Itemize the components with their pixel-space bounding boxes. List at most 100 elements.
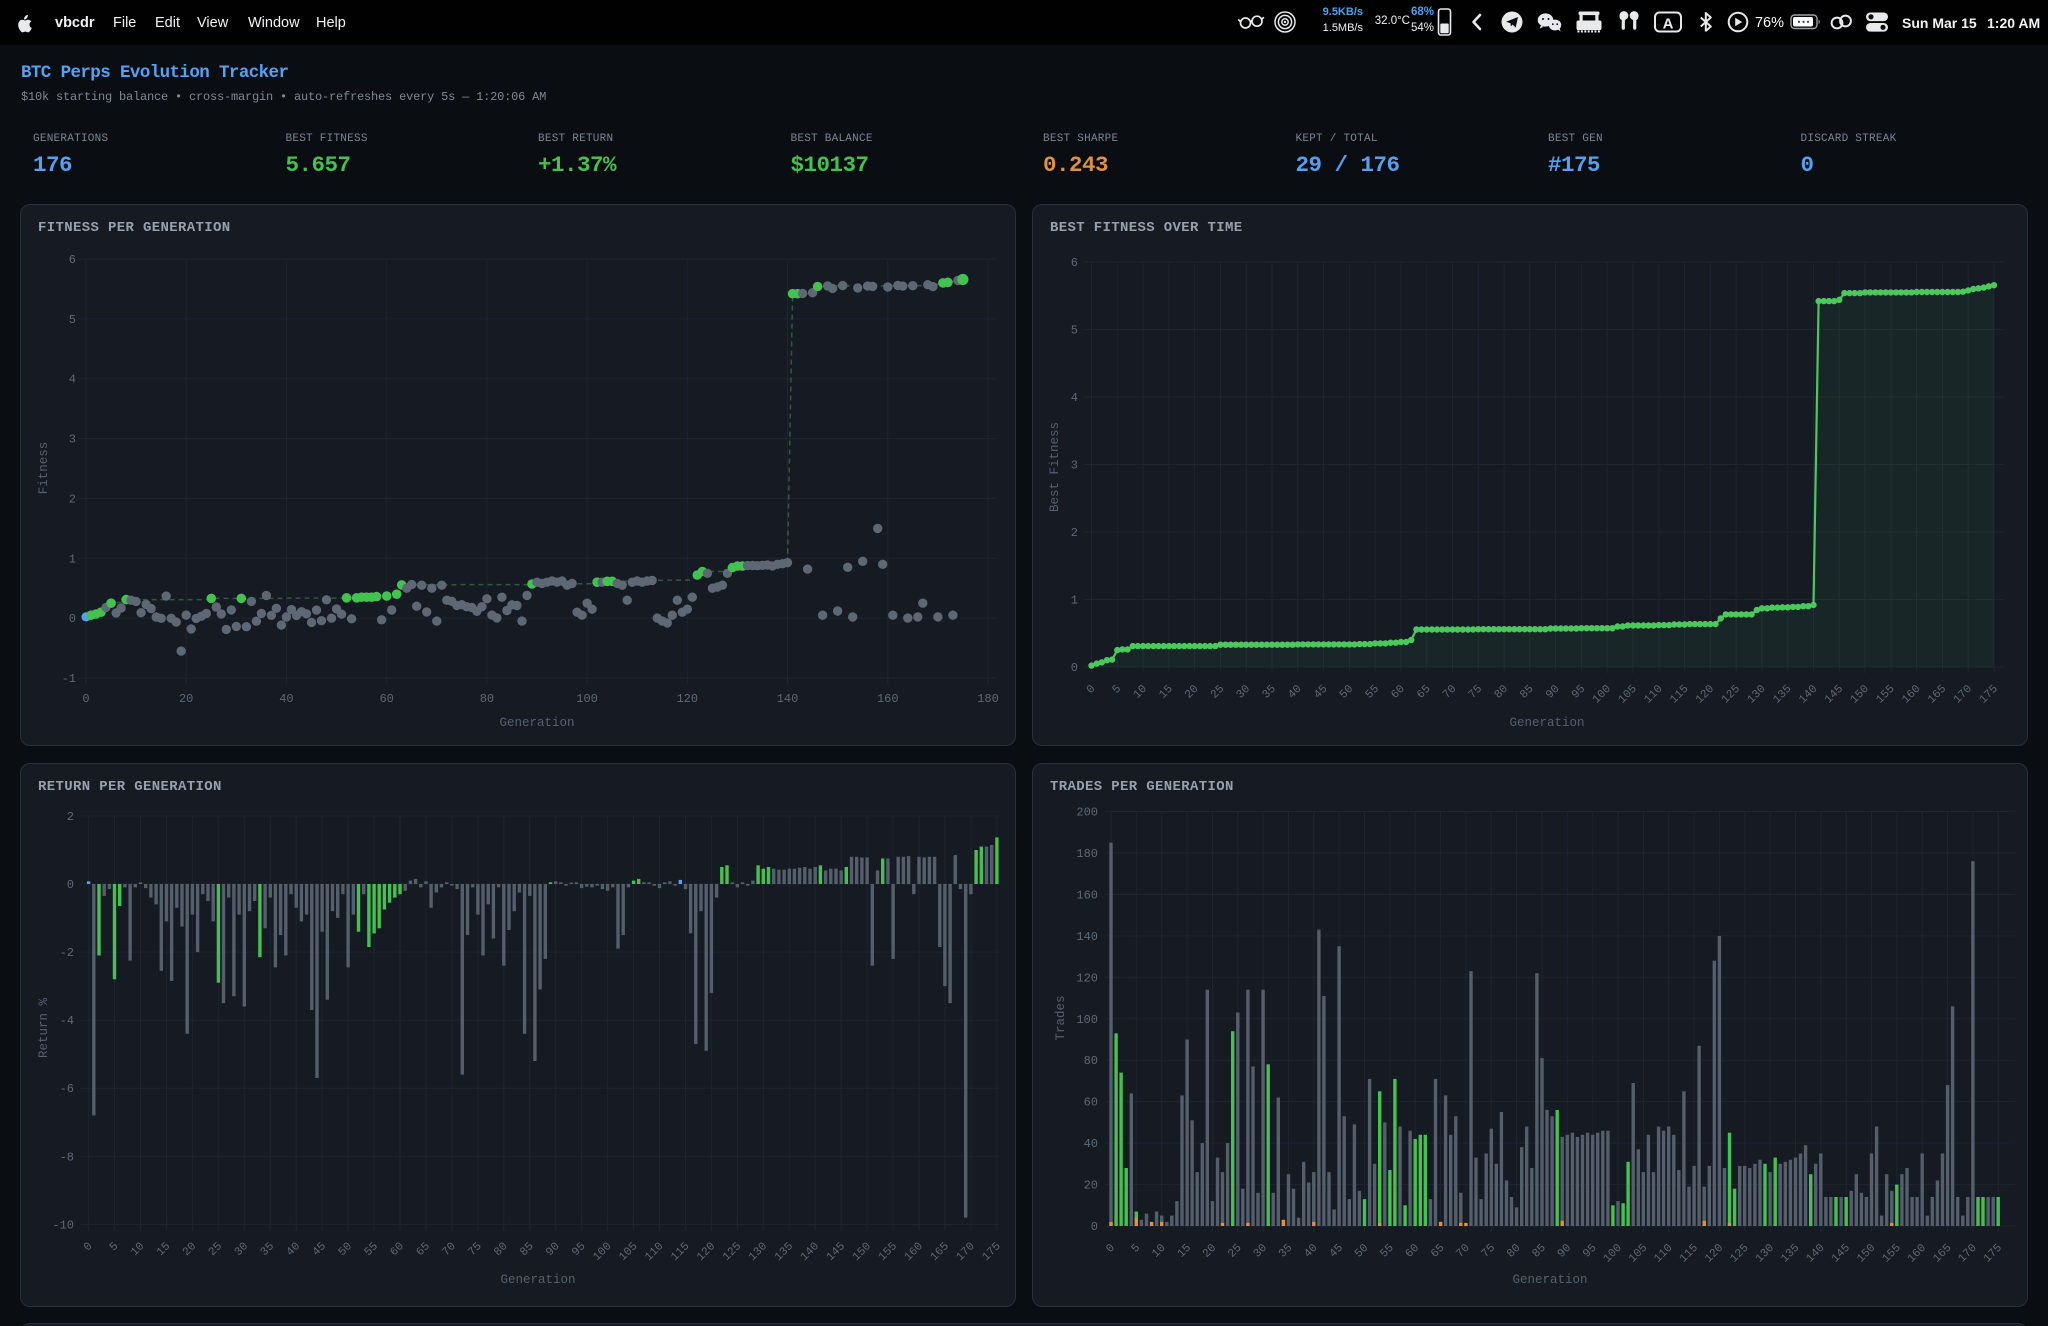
svg-text:70: 70 [440, 1240, 459, 1259]
svg-text:175: 175 [980, 1240, 1004, 1264]
svg-text:0: 0 [1071, 661, 1078, 675]
svg-text:55: 55 [362, 1240, 381, 1259]
svg-text:60: 60 [379, 692, 393, 706]
svg-text:85: 85 [1518, 683, 1537, 702]
svg-text:5: 5 [1110, 683, 1124, 697]
svg-text:95: 95 [569, 1240, 588, 1259]
svg-text:Generation: Generation [1509, 716, 1584, 730]
svg-text:20: 20 [1084, 1179, 1098, 1193]
svg-text:20: 20 [180, 1240, 199, 1259]
svg-text:95: 95 [1581, 1242, 1600, 1261]
svg-text:15: 15 [154, 1240, 173, 1259]
svg-text:65: 65 [1415, 683, 1434, 702]
svg-text:80: 80 [492, 1240, 511, 1259]
svg-text:0: 0 [1091, 1220, 1098, 1234]
svg-text:Trades: Trades [1054, 995, 1068, 1040]
svg-text:50: 50 [336, 1240, 355, 1259]
svg-text:120: 120 [1076, 971, 1098, 985]
svg-text:120: 120 [1693, 683, 1717, 707]
svg-text:165: 165 [1925, 683, 1949, 707]
svg-text:2: 2 [1071, 526, 1078, 540]
svg-text:130: 130 [746, 1240, 770, 1264]
svg-text:20: 20 [179, 692, 193, 706]
svg-text:145: 145 [1822, 683, 1846, 707]
svg-text:15: 15 [1175, 1242, 1194, 1261]
svg-text:45: 45 [1311, 683, 1330, 702]
svg-text:A: A [1663, 16, 1674, 33]
svg-text:60: 60 [1084, 1096, 1098, 1110]
svg-text:5: 5 [107, 1240, 121, 1254]
svg-text:95: 95 [1569, 683, 1588, 702]
svg-text:170: 170 [1956, 1242, 1980, 1266]
svg-text:Fitness: Fitness [37, 442, 51, 495]
svg-text:80: 80 [1492, 683, 1511, 702]
svg-text:76%: 76% [1755, 15, 1784, 31]
svg-text:15: 15 [1157, 683, 1176, 702]
svg-text:150: 150 [1854, 1242, 1878, 1266]
svg-text:140: 140 [1076, 930, 1098, 944]
svg-text:160: 160 [902, 1240, 926, 1264]
svg-text:6: 6 [1071, 256, 1078, 270]
svg-text:0: 0 [82, 692, 89, 706]
svg-text:60: 60 [388, 1240, 407, 1259]
svg-text:175: 175 [1977, 683, 2001, 707]
svg-text:155: 155 [1880, 1242, 1904, 1266]
svg-text:20: 20 [1182, 683, 1201, 702]
svg-text:115: 115 [1668, 683, 1692, 707]
svg-text:160: 160 [877, 692, 899, 706]
svg-text:165: 165 [928, 1240, 952, 1264]
svg-text:6: 6 [69, 253, 76, 267]
svg-text:Return %: Return % [37, 997, 51, 1058]
svg-text:80: 80 [480, 692, 494, 706]
svg-text:65: 65 [1428, 1242, 1447, 1261]
svg-text:0: 0 [69, 612, 76, 626]
svg-text:30: 30 [232, 1240, 251, 1259]
svg-text:90: 90 [544, 1240, 563, 1259]
svg-text:35: 35 [1276, 1242, 1295, 1261]
svg-text:30: 30 [1234, 683, 1253, 702]
svg-text:-4: -4 [60, 1014, 74, 1028]
svg-text:80: 80 [1084, 1054, 1098, 1068]
svg-text:0: 0 [1084, 683, 1098, 697]
svg-text:140: 140 [1796, 683, 1820, 707]
svg-text:35: 35 [258, 1240, 277, 1259]
svg-text:85: 85 [1530, 1242, 1549, 1261]
svg-text:120: 120 [676, 692, 698, 706]
svg-text:140: 140 [798, 1240, 822, 1264]
svg-text:115: 115 [1677, 1242, 1701, 1266]
svg-text:170: 170 [954, 1240, 978, 1264]
svg-text:40: 40 [1286, 683, 1305, 702]
svg-text:-1: -1 [62, 672, 76, 686]
svg-text:-6: -6 [60, 1082, 74, 1096]
svg-text:140: 140 [777, 692, 799, 706]
svg-text:90: 90 [1543, 683, 1562, 702]
svg-text:75: 75 [466, 1240, 485, 1259]
svg-text:-10: -10 [52, 1218, 74, 1232]
svg-text:3: 3 [1071, 459, 1078, 473]
svg-text:-2: -2 [60, 946, 74, 960]
svg-text:140: 140 [1804, 1242, 1828, 1266]
svg-text:40: 40 [1084, 1137, 1098, 1151]
svg-text:100: 100 [576, 692, 598, 706]
svg-text:25: 25 [206, 1240, 225, 1259]
svg-text:200: 200 [1076, 806, 1098, 820]
svg-text:55: 55 [1378, 1242, 1397, 1261]
svg-text:0: 0 [67, 878, 74, 892]
svg-text:75: 75 [1466, 683, 1485, 702]
svg-text:Generation: Generation [500, 1273, 575, 1287]
svg-text:75: 75 [1479, 1242, 1498, 1261]
svg-text:5: 5 [1071, 324, 1078, 338]
svg-text:125: 125 [1728, 1242, 1752, 1266]
svg-text:180: 180 [977, 692, 999, 706]
svg-text:2: 2 [67, 810, 74, 824]
svg-text:5: 5 [1129, 1242, 1143, 1256]
svg-text:110: 110 [1652, 1242, 1676, 1266]
svg-text:145: 145 [1829, 1242, 1853, 1266]
svg-text:1: 1 [69, 552, 76, 566]
svg-text:150: 150 [1848, 683, 1872, 707]
svg-text:170: 170 [1951, 683, 1975, 707]
svg-text:110: 110 [1642, 683, 1666, 707]
svg-text:155: 155 [876, 1240, 900, 1264]
svg-text:60: 60 [1403, 1242, 1422, 1261]
svg-text:Generation: Generation [1512, 1273, 1587, 1287]
